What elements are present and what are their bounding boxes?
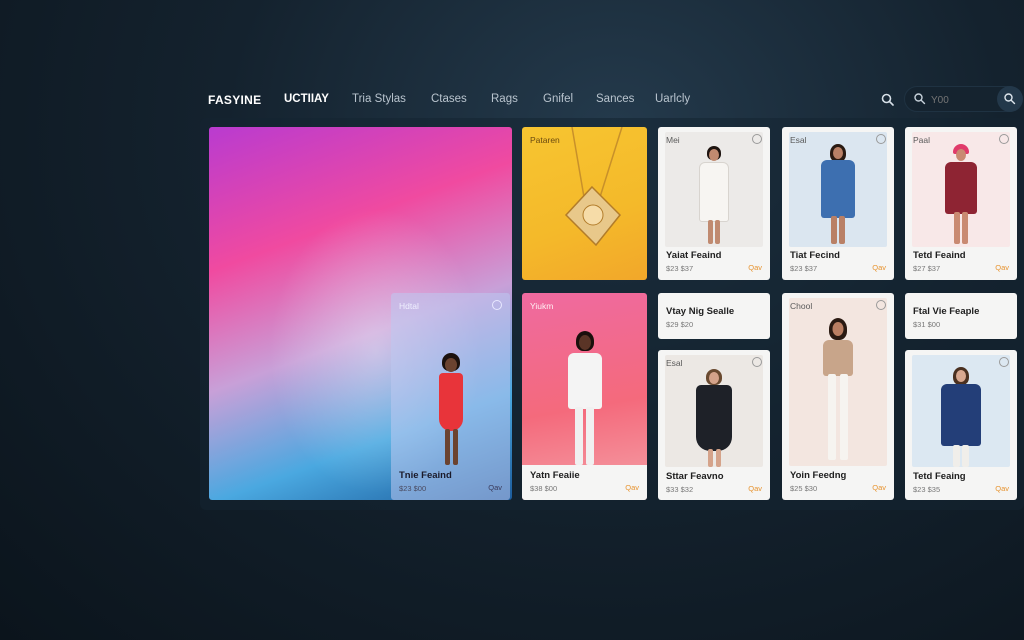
nav-item-7[interactable]: Uarlcly bbox=[655, 93, 690, 105]
nav-item-1[interactable]: UCTIIAY bbox=[284, 93, 329, 105]
card-title: Tetd Feaind bbox=[913, 250, 966, 261]
card-cta[interactable]: Qav bbox=[748, 484, 762, 493]
banner-price: $31 $00 bbox=[913, 320, 941, 329]
card-price: $25 $30 bbox=[790, 484, 818, 493]
card-tag: Chool bbox=[790, 301, 813, 311]
product-photo bbox=[665, 355, 763, 467]
card-price: $23 $37 bbox=[666, 264, 694, 273]
favorite-icon[interactable] bbox=[999, 357, 1009, 367]
banner-title: Vtay Nig Sealle bbox=[666, 306, 735, 317]
card-title: Yoin Feedng bbox=[790, 470, 847, 481]
search-icon bbox=[913, 92, 927, 106]
card-cta[interactable]: Qav bbox=[748, 263, 762, 272]
product-card[interactable]: Esal Tiat Fecind $23 $37 Qav bbox=[782, 127, 894, 280]
favorite-icon[interactable] bbox=[752, 357, 762, 367]
nav-item-5[interactable]: Gnifel bbox=[543, 93, 573, 105]
card-tag: Paal bbox=[913, 135, 931, 145]
product-card[interactable]: Esal Sttar Feavno $33 $32 Qav bbox=[658, 350, 770, 500]
product-card[interactable]: Mei Yaiat Feaind $23 $37 Qav bbox=[658, 127, 770, 280]
card-title: Tiat Fecind bbox=[790, 250, 840, 261]
card-title: Tetd Feaing bbox=[913, 471, 966, 482]
product-photo bbox=[789, 132, 887, 247]
card-title: Sttar Feavno bbox=[666, 471, 724, 482]
nav-item-3[interactable]: Ctases bbox=[431, 93, 467, 105]
card-title: Yatn Feaiie bbox=[530, 470, 580, 481]
product-card[interactable]: Tetd Feaing $23 $35 Qav bbox=[905, 350, 1017, 500]
necklace-card[interactable]: Pataren bbox=[522, 127, 647, 280]
favorite-icon[interactable] bbox=[752, 134, 762, 144]
nav-item-4[interactable]: Rags bbox=[491, 93, 518, 105]
brand-logo[interactable]: FASYINE bbox=[208, 93, 261, 107]
search-input[interactable] bbox=[931, 91, 991, 109]
card-tag: Mei bbox=[666, 135, 680, 145]
favorite-icon[interactable] bbox=[876, 300, 886, 310]
card-price: $23 $00 bbox=[399, 484, 427, 493]
search-submit-button[interactable] bbox=[997, 86, 1023, 112]
card-cta[interactable]: Qav bbox=[995, 263, 1009, 272]
promo-banner[interactable]: Vtay Nig Sealle $29 $20 bbox=[658, 293, 770, 339]
card-cta[interactable]: Qav bbox=[872, 263, 886, 272]
card-tag: Esal bbox=[666, 358, 683, 368]
card-price: $38 $00 bbox=[530, 484, 558, 493]
banner-price: $29 $20 bbox=[666, 320, 694, 329]
model-image bbox=[426, 353, 476, 467]
product-photo bbox=[789, 298, 887, 466]
hero-product-card[interactable]: Hdtal Tnie Feaind $23 $00 Qav bbox=[391, 293, 510, 500]
search-field[interactable] bbox=[904, 86, 1023, 112]
necklace-image bbox=[564, 127, 623, 247]
favorite-icon[interactable] bbox=[876, 134, 886, 144]
product-photo bbox=[665, 132, 763, 247]
card-price: $33 $32 bbox=[666, 485, 694, 494]
card-tag: Yiukm bbox=[530, 301, 554, 311]
card-footer: Yatn Feaiie $38 $00 Qav bbox=[522, 465, 647, 500]
favorite-icon[interactable] bbox=[999, 134, 1009, 144]
top-navigation: FASYINE UCTIIAY Tria Stylas Ctases Rags … bbox=[208, 86, 1024, 114]
product-card[interactable]: Chool Yoin Feedng $25 $30 Qav bbox=[782, 293, 894, 500]
product-card[interactable]: Paal Tetd Feaind $27 $37 Qav bbox=[905, 127, 1017, 280]
card-title: Tnie Feaind bbox=[399, 470, 452, 481]
product-photo bbox=[912, 132, 1010, 247]
banner-title: Ftal Vie Feaple bbox=[913, 306, 980, 317]
nav-item-6[interactable]: Sances bbox=[596, 93, 634, 105]
card-cta[interactable]: Qav bbox=[625, 483, 639, 492]
card-cta[interactable]: Qav bbox=[995, 484, 1009, 493]
favorite-icon[interactable] bbox=[492, 300, 502, 310]
card-price: $23 $35 bbox=[913, 485, 941, 494]
card-title: Yaiat Feaind bbox=[666, 250, 722, 261]
card-tag: Esal bbox=[790, 135, 807, 145]
promo-banner[interactable]: Ftal Vie Feaple $31 $00 bbox=[905, 293, 1017, 339]
card-price: $23 $37 bbox=[790, 264, 818, 273]
featured-model-card[interactable]: Yiukm Yatn Feaiie $38 $00 Qav bbox=[522, 293, 647, 500]
search-icon[interactable] bbox=[880, 92, 896, 108]
card-cta[interactable]: Qav bbox=[488, 483, 502, 492]
nav-item-2[interactable]: Tria Stylas bbox=[352, 93, 406, 105]
product-photo bbox=[912, 355, 1010, 467]
card-tag: Hdtal bbox=[399, 301, 419, 311]
card-cta[interactable]: Qav bbox=[872, 483, 886, 492]
card-price: $27 $37 bbox=[913, 264, 941, 273]
model-image bbox=[557, 331, 613, 466]
